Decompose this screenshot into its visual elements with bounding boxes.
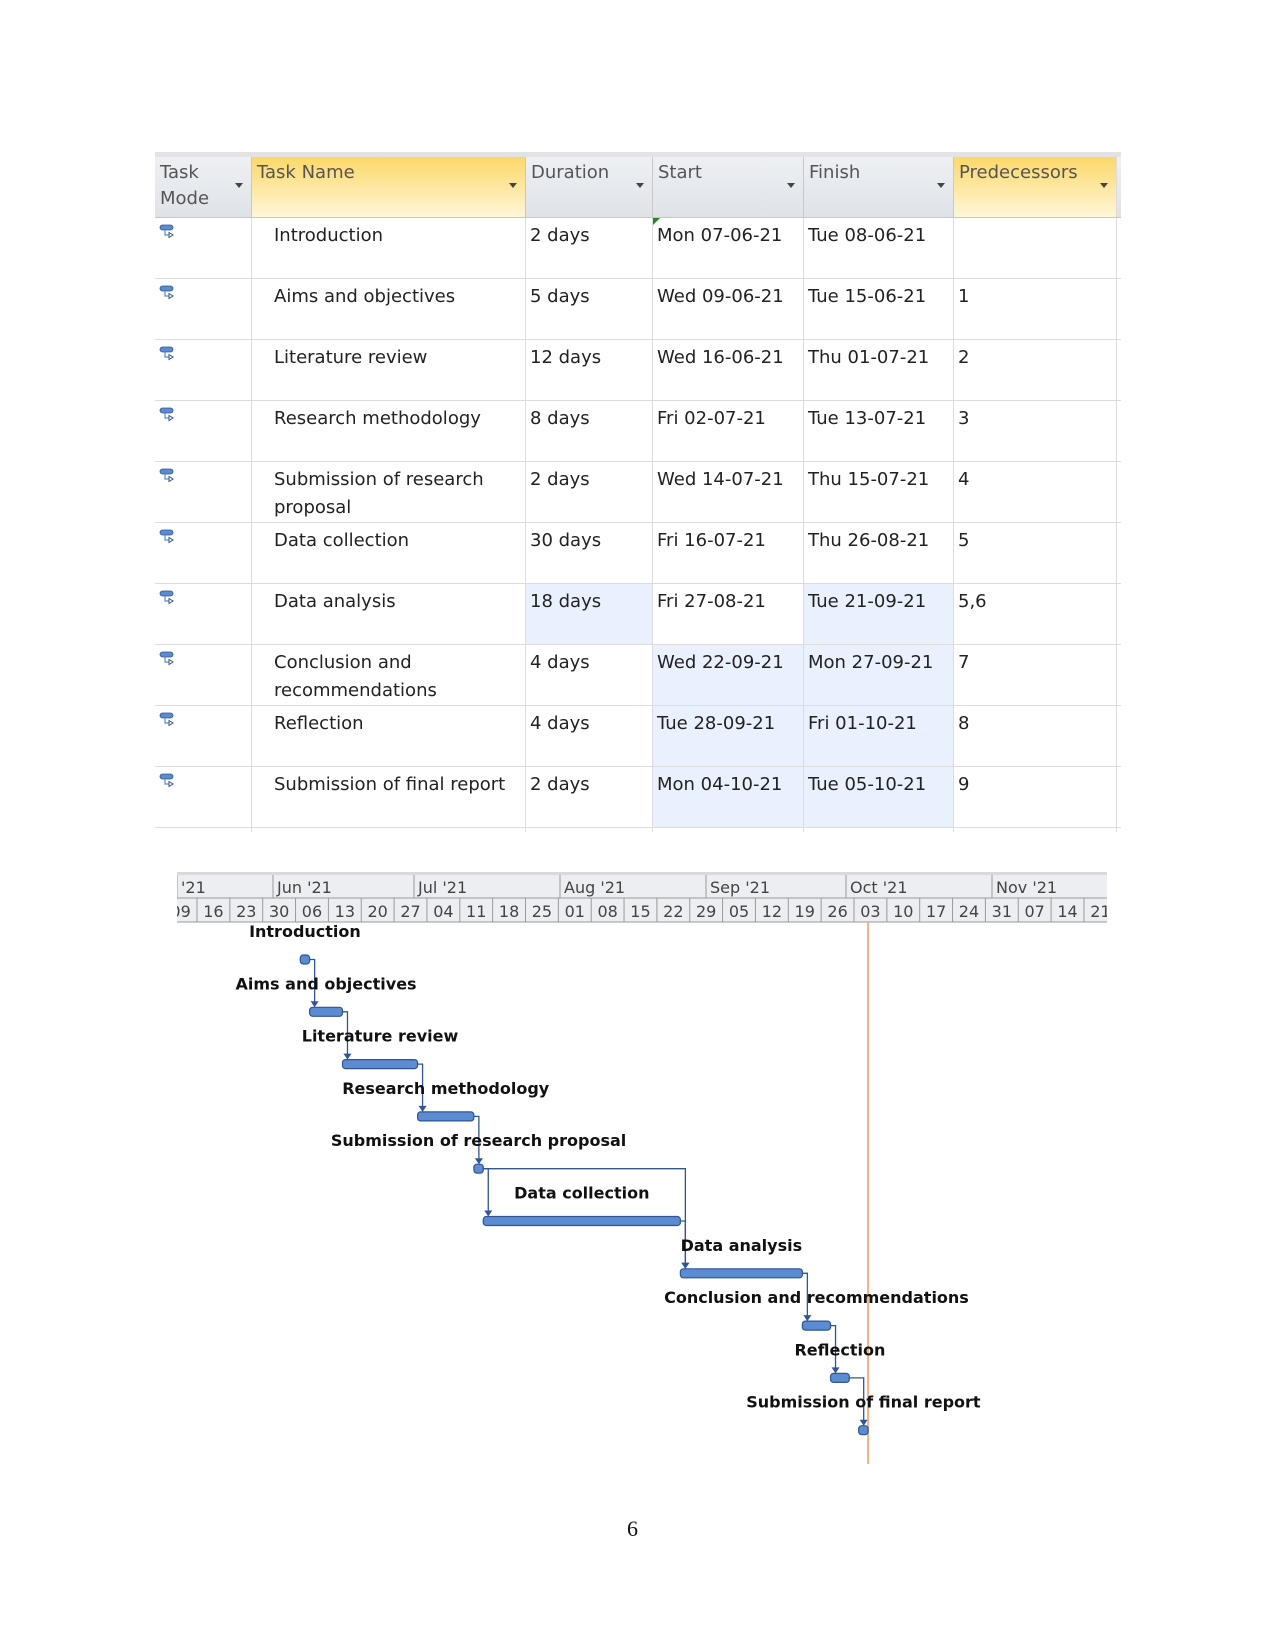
week-label: 31 <box>992 902 1012 921</box>
week-label: 12 <box>762 902 782 921</box>
task-bar-label: Reflection <box>794 1340 885 1359</box>
gantt-chart: '21 Jun '21 Jul '21 Aug '21 Sep '21 Oct '21 No… <box>170 872 1110 1464</box>
week-label: 23 <box>236 902 256 921</box>
task-bar <box>299 954 311 965</box>
month-label: '21 <box>181 878 206 897</box>
task-bar-label: Submission of final report <box>746 1393 981 1412</box>
week-label: 01 <box>565 902 585 921</box>
week-label: 07 <box>1024 902 1044 921</box>
month-label: Aug '21 <box>564 878 625 897</box>
task-bar <box>858 1425 869 1436</box>
week-label: 11 <box>466 902 486 921</box>
task-bar-label: Aims and objectives <box>236 974 417 993</box>
week-label: 25 <box>532 902 552 921</box>
week-label: 19 <box>795 902 815 921</box>
week-label: 20 <box>367 902 387 921</box>
task-bar-label: Literature review <box>302 1027 459 1046</box>
task-bar-label: Conclusion and recommendations <box>664 1288 969 1307</box>
week-label: 13 <box>335 902 355 921</box>
timescale-top <box>177 872 1107 875</box>
week-label: 15 <box>630 902 650 921</box>
month-label: Nov '21 <box>996 878 1057 897</box>
week-label: 18 <box>499 902 519 921</box>
month-label: Sep '21 <box>710 878 770 897</box>
task-bar <box>473 1163 484 1174</box>
week-label: 16 <box>203 902 223 921</box>
week-label: 21 <box>1090 902 1110 921</box>
arrowhead-icon <box>681 1262 690 1269</box>
arrowhead-icon <box>859 1419 868 1426</box>
week-label: 06 <box>302 902 322 921</box>
task-bar-label: Introduction <box>249 922 361 941</box>
arrowhead-icon <box>831 1367 840 1374</box>
task-bar <box>829 1372 850 1384</box>
task-bar <box>416 1111 475 1122</box>
task-bar-label: Data collection <box>514 1184 649 1203</box>
week-label: 24 <box>959 902 979 921</box>
arrowhead-icon <box>343 1053 352 1060</box>
task-bar <box>801 1320 832 1331</box>
task-bar <box>341 1058 419 1070</box>
week-label: 27 <box>400 902 420 921</box>
task-bar-label: Submission of research proposal <box>331 1131 626 1150</box>
week-label: 03 <box>860 902 880 921</box>
month-label: Jun '21 <box>276 878 332 897</box>
page-number: 6 <box>627 1516 638 1541</box>
arrowhead-icon <box>474 1158 483 1165</box>
week-label: 29 <box>696 902 716 921</box>
task-bar-label: Data analysis <box>681 1236 803 1255</box>
week-label: 22 <box>663 902 683 921</box>
arrowhead-icon <box>803 1315 812 1322</box>
task-bar <box>679 1268 803 1279</box>
week-label: 26 <box>827 902 847 921</box>
week-label: 09 <box>170 902 190 921</box>
arrowhead-icon <box>418 1105 427 1112</box>
week-label: 14 <box>1057 902 1077 921</box>
task-bar <box>482 1215 681 1227</box>
week-label: 08 <box>597 902 617 921</box>
month-label: Oct '21 <box>850 878 908 897</box>
timescale: '21 Jun '21 Jul '21 Aug '21 Sep '21 Oct '21 No… <box>170 872 1110 923</box>
week-label: 05 <box>729 902 749 921</box>
task-bar-label: Research methodology <box>342 1079 550 1098</box>
month-label: Jul '21 <box>417 878 467 897</box>
task-bar <box>309 1006 344 1017</box>
week-label: 17 <box>926 902 946 921</box>
week-label: 30 <box>269 902 289 921</box>
dependency-connector <box>483 1168 489 1216</box>
arrowhead-icon <box>484 1210 493 1217</box>
week-label: 04 <box>433 902 453 921</box>
arrowhead-icon <box>310 1001 319 1008</box>
week-label: 10 <box>893 902 913 921</box>
